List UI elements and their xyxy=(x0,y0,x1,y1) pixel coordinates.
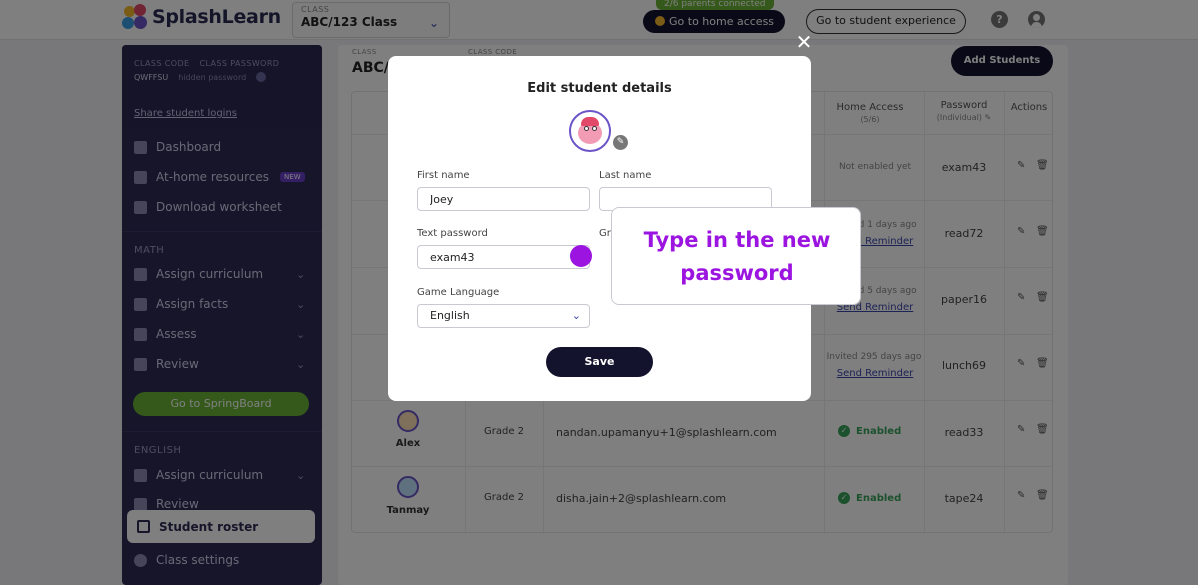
avatar-hat xyxy=(581,117,599,126)
game-language-select[interactable]: English ⌄ xyxy=(417,304,590,328)
tooltip-text: Type in the new password xyxy=(612,224,862,290)
text-password-label: Text password xyxy=(417,228,488,239)
tooltip-line-1: Type in the new xyxy=(643,228,831,252)
tutorial-tooltip: Type in the new password xyxy=(611,207,861,305)
game-language-label: Game Language xyxy=(417,287,500,298)
last-name-label: Last name xyxy=(599,170,652,181)
game-language-value: English xyxy=(430,309,470,322)
modal-title: Edit student details xyxy=(527,81,672,96)
close-icon[interactable]: ✕ xyxy=(794,32,814,52)
click-hint-dot xyxy=(570,245,592,267)
chevron-down-icon: ⌄ xyxy=(571,309,581,322)
grade-label: Gr xyxy=(599,228,611,239)
save-button[interactable]: Save xyxy=(546,347,653,377)
text-password-field[interactable] xyxy=(417,245,590,269)
edit-avatar-icon[interactable]: ✎ xyxy=(611,133,630,152)
student-avatar[interactable] xyxy=(569,110,611,152)
first-name-field[interactable] xyxy=(417,187,590,211)
tooltip-line-2: password xyxy=(680,261,794,285)
avatar-eye xyxy=(592,126,597,131)
first-name-label: First name xyxy=(417,170,470,181)
avatar-eye xyxy=(584,126,589,131)
